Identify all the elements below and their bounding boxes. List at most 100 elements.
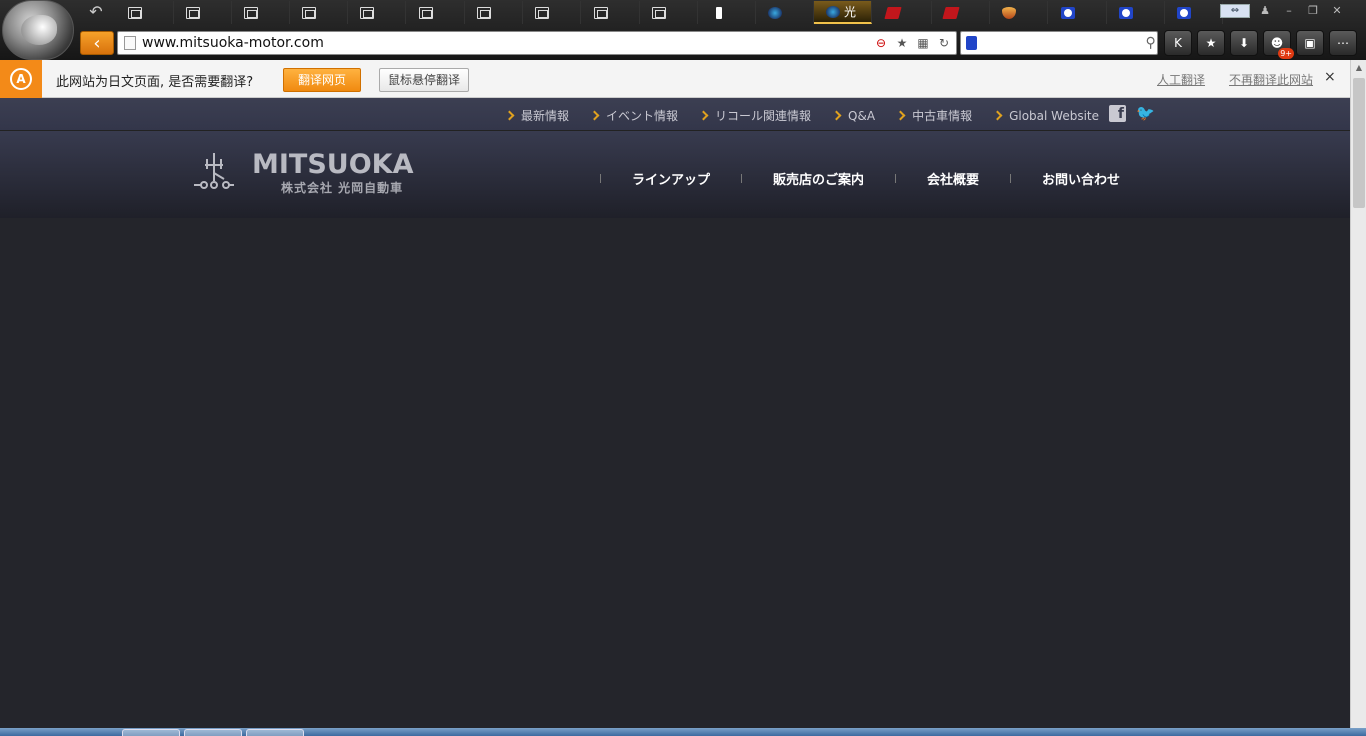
page-icon — [302, 6, 316, 19]
hover-translate-button[interactable]: 鼠标悬停翻译 — [379, 68, 469, 92]
mitsuoka-icon — [826, 5, 840, 18]
browser-tab[interactable] — [640, 1, 698, 24]
browser-tab[interactable] — [756, 1, 814, 24]
block-icon[interactable]: ⊖ — [872, 35, 890, 51]
close-icon[interactable]: × — [1324, 69, 1336, 85]
browser-tab[interactable] — [407, 1, 465, 24]
red-brand-icon — [942, 6, 960, 19]
k-extension-button[interactable]: K — [1164, 30, 1192, 56]
scroll-thumb[interactable] — [1353, 78, 1365, 208]
translate-message: 此网站为日文页面, 是否需要翻译? — [56, 75, 254, 90]
menu-button[interactable]: ⋯ — [1329, 30, 1357, 56]
browser-tab[interactable] — [174, 1, 232, 24]
address-bar[interactable]: www.mitsuoka-motor.com ⊖ ★ ▦ ↻ — [117, 31, 957, 55]
restore-icon[interactable]: ❐ — [1304, 2, 1322, 20]
util-link-recall[interactable]: リコール関連情報 — [700, 107, 811, 124]
never-translate-link[interactable]: 不再翻译此网站 — [1229, 71, 1313, 88]
tv-button[interactable]: ▣ — [1296, 30, 1324, 56]
browser-tab[interactable] — [465, 1, 523, 24]
scroll-up-icon[interactable]: ▲ — [1351, 60, 1366, 76]
favorite-star-icon[interactable]: ★ — [893, 35, 911, 51]
browser-tab[interactable] — [523, 1, 581, 24]
translate-bar: 此网站为日文页面, 是否需要翻译? 翻译网页 鼠标悬停翻译 人工翻译 不再翻译此… — [0, 60, 1350, 98]
browser-tab[interactable] — [990, 1, 1048, 24]
browser-tab[interactable] — [116, 1, 174, 24]
close-window-icon[interactable]: ✕ — [1328, 2, 1346, 20]
facebook-icon[interactable]: f — [1109, 105, 1126, 122]
gem-icon — [1002, 6, 1016, 19]
browser-logo-icon[interactable] — [2, 0, 74, 60]
browser-tab[interactable] — [1107, 1, 1165, 24]
browser-tab-active[interactable]: 光 — [814, 1, 872, 24]
search-box: ⚲ — [960, 31, 1158, 55]
browser-tab[interactable] — [932, 1, 990, 24]
nav-lineup[interactable]: ラインアップ — [601, 169, 741, 188]
taskbar-item[interactable] — [122, 729, 180, 736]
website: 最新情報 イベント情報 リコール関連情報 Q&A 中古車情報 Global We… — [0, 98, 1350, 728]
search-engine-paw-icon[interactable] — [966, 36, 978, 50]
util-link-qa[interactable]: Q&A — [833, 107, 875, 124]
browser-tab[interactable] — [232, 1, 290, 24]
mitsuoka-emblem-icon[interactable] — [192, 151, 236, 195]
toolbar: K ★ ⬇ ☻ 9+ ▣ ⋯ — [1164, 30, 1357, 59]
taskbar-item[interactable] — [184, 729, 242, 736]
download-button[interactable]: ⬇ — [1230, 30, 1258, 56]
page-icon — [360, 6, 374, 19]
util-link-events[interactable]: イベント情報 — [591, 107, 678, 124]
utility-links: 最新情報 イベント情報 リコール関連情報 Q&A 中古車情報 Global We… — [506, 107, 1099, 124]
page-icon — [477, 6, 491, 19]
layout-switch-icon[interactable]: ⇔ — [1220, 4, 1250, 18]
url-text[interactable]: www.mitsuoka-motor.com — [142, 35, 872, 51]
page-icon — [244, 6, 258, 19]
scrollbar[interactable]: ▲ — [1350, 60, 1366, 728]
util-link-global[interactable]: Global Website — [994, 107, 1099, 124]
main-nav: ラインアップ 販売店のご案内 会社概要 お問い合わせ — [600, 169, 1151, 188]
util-link-news[interactable]: 最新情報 — [506, 107, 569, 124]
notification-badge: 9+ — [1278, 48, 1294, 59]
nav-dealers[interactable]: 販売店のご案内 — [742, 169, 895, 188]
paw-icon — [1061, 6, 1075, 19]
globe-icon — [768, 6, 782, 19]
search-input[interactable] — [985, 33, 1145, 53]
browser-tab[interactable] — [1049, 1, 1107, 24]
window-controls: ⇔ ♟ – ❐ ✕ — [1220, 2, 1346, 20]
page-icon — [652, 6, 666, 19]
back-button[interactable]: ‹ — [80, 31, 114, 55]
qrcode-icon[interactable]: ▦ — [914, 35, 932, 51]
bolt-icon — [716, 6, 722, 19]
paw-icon — [1177, 6, 1191, 19]
page-icon — [419, 6, 433, 19]
search-icon[interactable]: ⚲ — [1144, 35, 1157, 51]
browser-tab[interactable] — [1165, 1, 1223, 24]
browser-chrome: ↶ 光 ⇔ ♟ – ❐ ✕ ‹ www.mitsuoka-motor.com ⊖… — [0, 0, 1366, 60]
paw-icon — [1119, 6, 1133, 19]
red-brand-icon — [884, 6, 902, 19]
nav-contact[interactable]: お問い合わせ — [1011, 169, 1151, 188]
brand-name[interactable]: MITSUOKA — [252, 149, 413, 180]
manual-translate-link[interactable]: 人工翻译 — [1157, 71, 1205, 88]
minimize-icon[interactable]: – — [1280, 2, 1298, 20]
reload-icon[interactable]: ↻ — [935, 35, 953, 51]
game-button[interactable]: ☻ 9+ — [1263, 30, 1294, 59]
page-icon — [124, 36, 136, 50]
browser-tab[interactable] — [874, 1, 932, 24]
tab-bar: 光 — [76, 0, 1366, 26]
util-link-used-cars[interactable]: 中古車情報 — [897, 107, 972, 124]
translate-page-button[interactable]: 翻译网页 — [283, 68, 361, 92]
address-row: ‹ www.mitsuoka-motor.com ⊖ ★ ▦ ↻ ⚲ K ★ ⬇… — [76, 28, 1366, 59]
nav-company[interactable]: 会社概要 — [896, 169, 1010, 188]
page-icon — [186, 6, 200, 19]
tab-label: 光 — [844, 5, 857, 19]
main-header: MITSUOKA 株式会社 光岡自動車 ラインアップ 販売店のご案内 会社概要 … — [0, 131, 1350, 218]
browser-tab[interactable] — [698, 1, 756, 24]
favorites-button[interactable]: ★ — [1197, 30, 1225, 56]
twitter-icon[interactable]: 🐦 — [1136, 106, 1155, 121]
browser-tab[interactable] — [582, 1, 640, 24]
browser-tab[interactable] — [290, 1, 348, 24]
brand-subtitle: 株式会社 光岡自動車 — [281, 181, 404, 195]
page-icon — [594, 6, 608, 19]
taskbar-item[interactable] — [246, 729, 304, 736]
browser-tab[interactable] — [348, 1, 406, 24]
skin-icon[interactable]: ♟ — [1256, 2, 1274, 20]
page-icon — [128, 6, 142, 19]
